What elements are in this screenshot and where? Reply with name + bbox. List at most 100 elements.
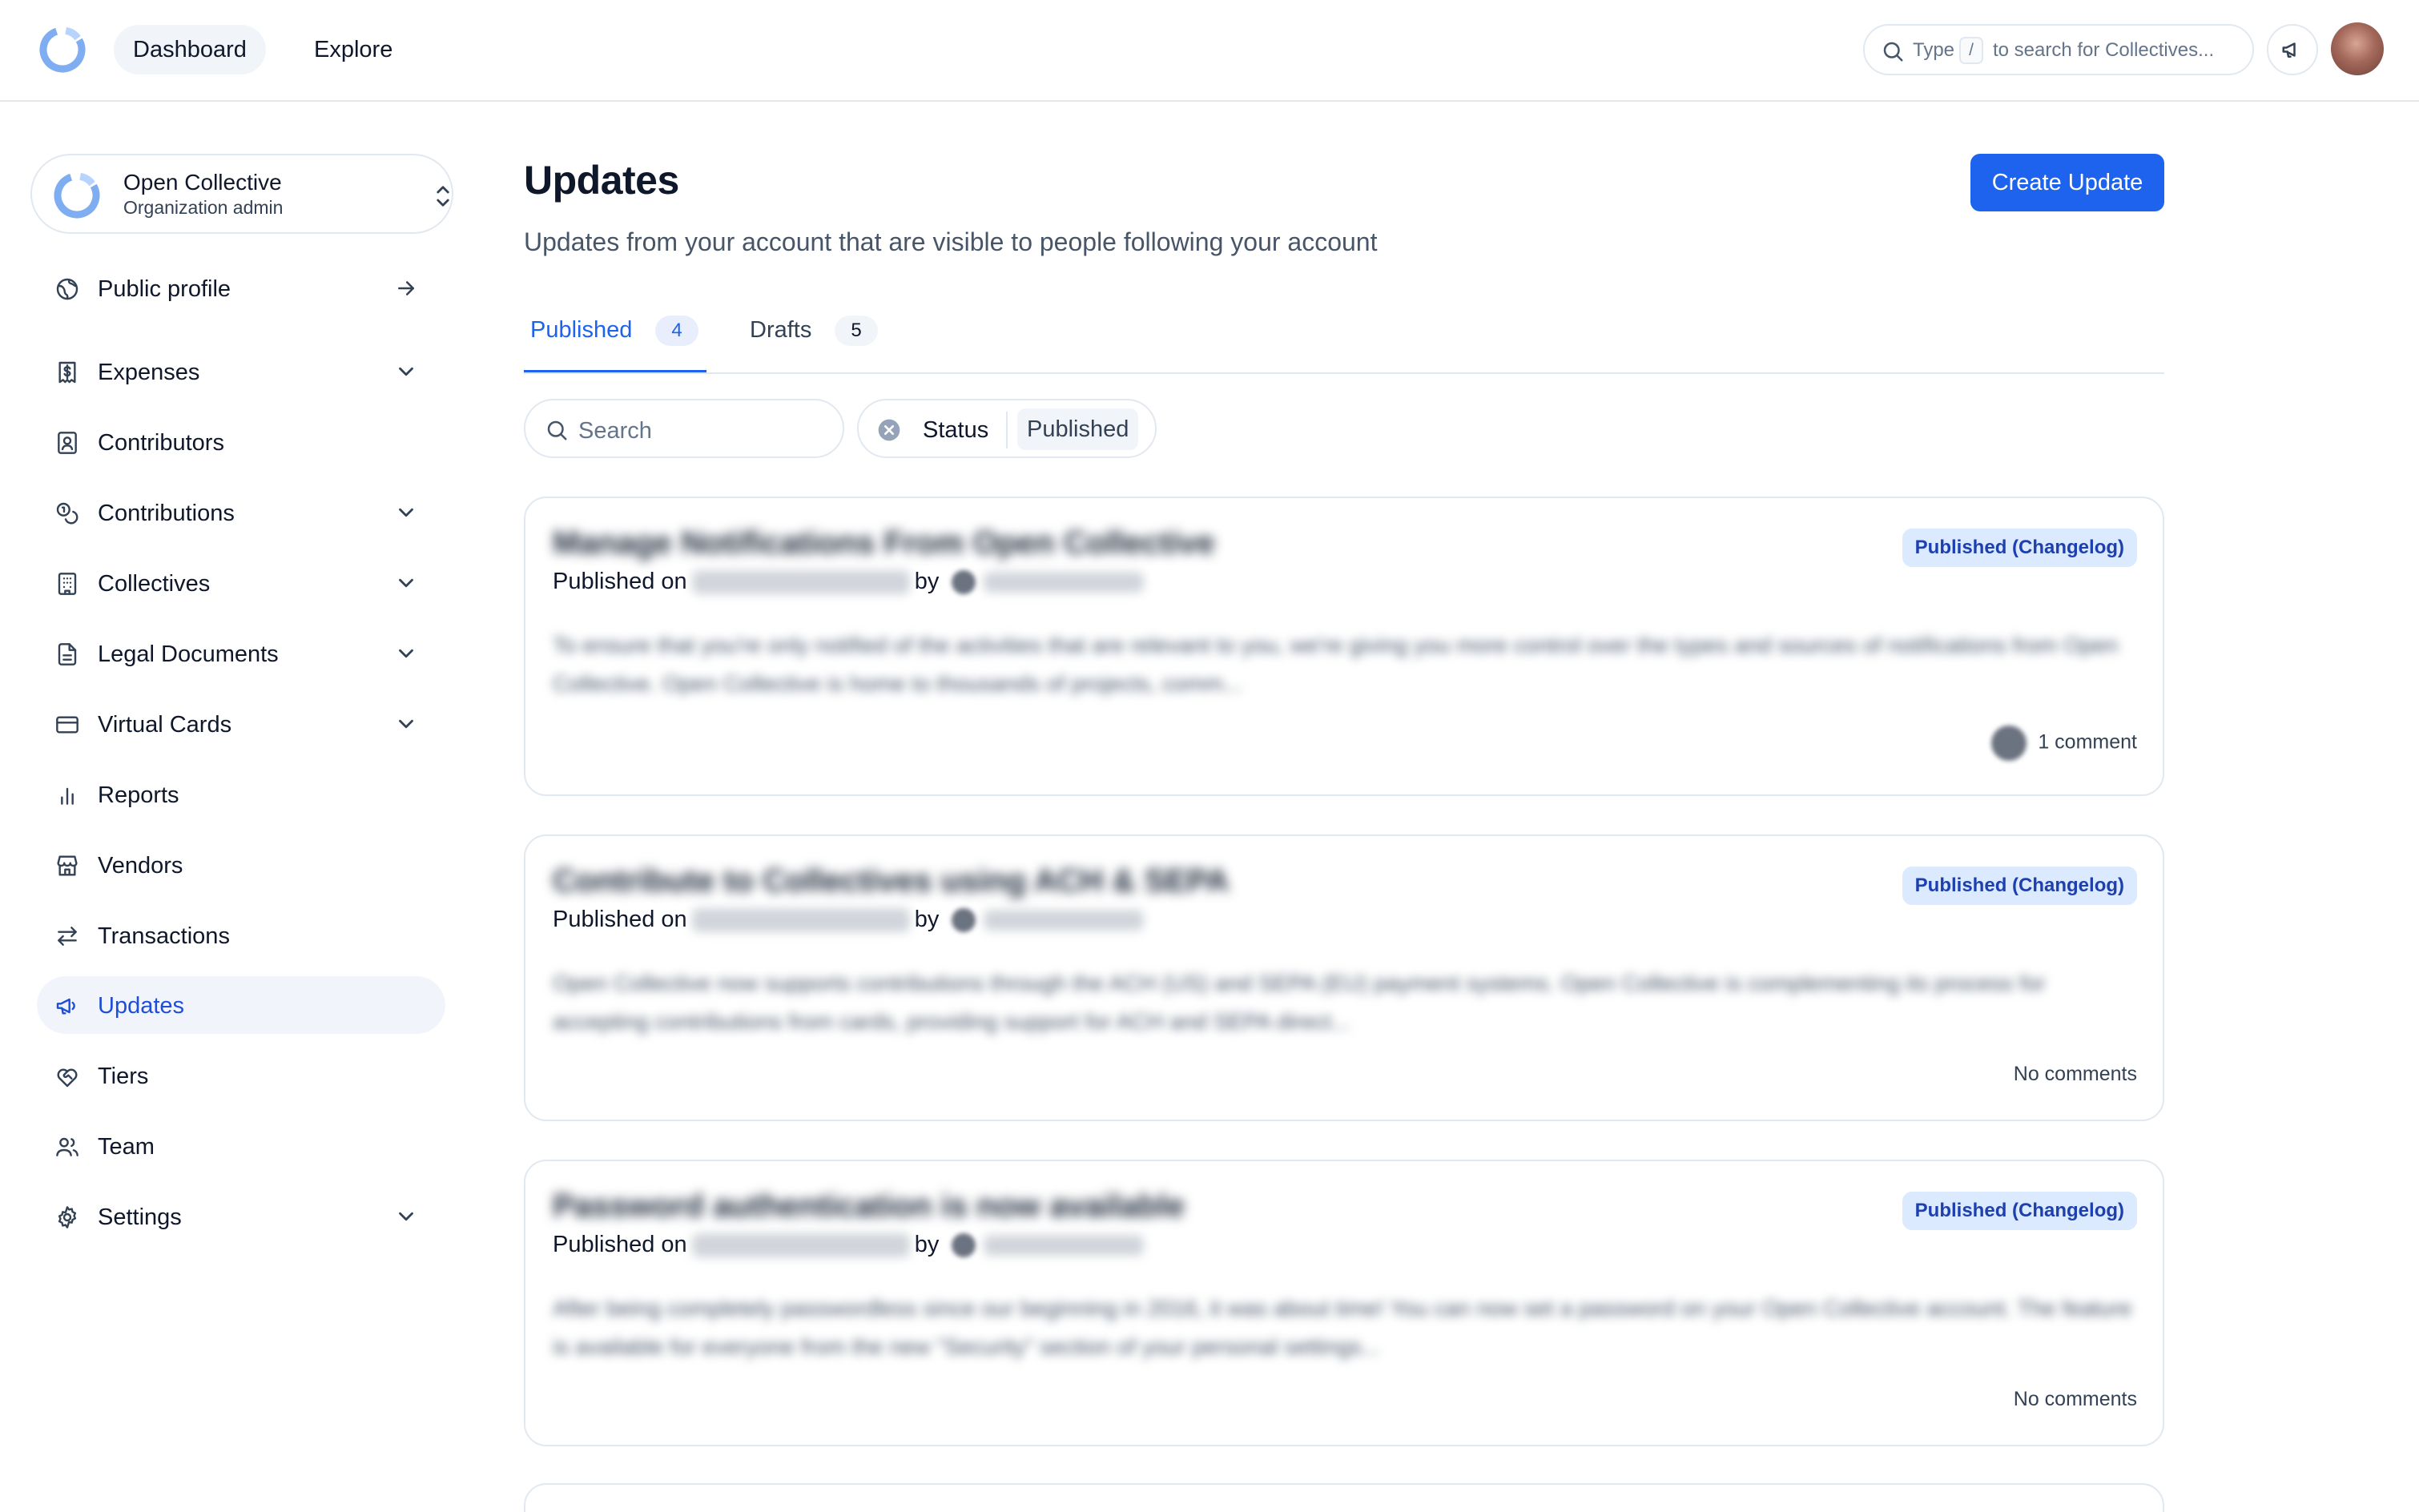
- sidebar-item-expenses[interactable]: Expenses: [37, 343, 445, 400]
- tab-label: Drafts: [750, 317, 812, 343]
- update-excerpt: Open Collective now supports contributio…: [553, 971, 2046, 1034]
- chevron-down-icon[interactable]: [394, 501, 418, 525]
- sidebar-item-label: Vendors: [98, 853, 183, 879]
- tabs-divider: [524, 372, 2164, 374]
- sidebar-item-label: Contributions: [98, 501, 235, 526]
- create-update-button[interactable]: Create Update: [1970, 154, 2164, 211]
- chevron-up-down-icon: [437, 186, 449, 207]
- receipt-dollar-icon: [58, 361, 76, 384]
- announcements-button[interactable]: [2267, 24, 2318, 75]
- chevron-down-icon[interactable]: [394, 360, 418, 384]
- author-name-redacted[interactable]: [984, 910, 1145, 931]
- filter-value: Published: [1017, 408, 1139, 450]
- published-info: Published on by: [553, 907, 1145, 933]
- update-card[interactable]: Password authentication is now available…: [524, 1160, 2164, 1446]
- sidebar-item-contributors[interactable]: Contributors: [37, 413, 445, 471]
- bar-chart-icon: [61, 787, 74, 805]
- tab-drafts[interactable]: Drafts 5: [743, 311, 896, 375]
- update-title[interactable]: Contribute to Collectives using ACH & SE…: [553, 863, 1230, 899]
- search-icon: [1883, 42, 1903, 62]
- comment-count[interactable]: 1 comment: [1991, 726, 2137, 761]
- update-card[interactable]: Manage Notifications From Open Collectiv…: [524, 497, 2164, 796]
- store-icon: [57, 855, 78, 876]
- published-date-redacted: [691, 570, 910, 595]
- account-switcher[interactable]: Open Collective Organization admin: [30, 154, 453, 234]
- sidebar-item-settings[interactable]: Settings: [37, 1188, 445, 1245]
- account-name: Open Collective: [123, 170, 282, 195]
- sidebar-item-label: Public profile: [98, 276, 231, 302]
- sidebar-item-contributions[interactable]: Contributions: [37, 484, 445, 541]
- update-title[interactable]: Password authentication is now available: [553, 1188, 1185, 1224]
- chevron-down-icon[interactable]: [394, 641, 418, 666]
- update-title[interactable]: Manage Notifications From Open Collectiv…: [553, 525, 1215, 561]
- top-bar: Dashboard Explore Type / to search for C…: [0, 0, 2419, 102]
- comment-count[interactable]: No comments: [2014, 1388, 2137, 1411]
- published-by: by: [914, 1232, 940, 1257]
- status-badge: Published (Changelog): [1902, 867, 2137, 905]
- credit-card-icon: [56, 716, 78, 734]
- author-avatar[interactable]: [952, 570, 976, 595]
- updates-search-input[interactable]: Search: [524, 399, 844, 458]
- sidebar-item-collectives[interactable]: Collectives: [37, 554, 445, 612]
- tab-published[interactable]: Published 4: [524, 311, 706, 375]
- author-avatar[interactable]: [952, 908, 976, 933]
- tab-label: Published: [530, 317, 633, 343]
- published-date-redacted: [691, 1233, 910, 1258]
- sidebar-item-updates[interactable]: Updates: [37, 976, 445, 1034]
- published-info: Published on by: [553, 1232, 1145, 1258]
- author-name-redacted[interactable]: [984, 1235, 1145, 1257]
- user-avatar[interactable]: [2331, 22, 2384, 75]
- sidebar-item-label: Expenses: [98, 360, 200, 385]
- sidebar-item-reports[interactable]: Reports: [37, 766, 445, 823]
- megaphone-icon: [56, 998, 75, 1015]
- update-card[interactable]: Contribute to Collectives using ACH & SE…: [524, 834, 2164, 1121]
- nav-explore[interactable]: Explore: [295, 25, 412, 74]
- sidebar-item-vendors[interactable]: Vendors: [37, 836, 445, 894]
- author-avatar[interactable]: [952, 1233, 976, 1258]
- search-shortcut-key: /: [1959, 37, 1983, 64]
- sidebar-item-tiers[interactable]: Tiers: [37, 1047, 445, 1104]
- chevron-down-icon[interactable]: [394, 571, 418, 595]
- comment-count-label: 1 comment: [2038, 730, 2137, 754]
- sidebar-item-label: Team: [98, 1134, 155, 1160]
- published-info: Published on by: [553, 569, 1145, 595]
- heart-handshake-icon: [57, 1068, 78, 1088]
- status-badge: Published (Changelog): [1902, 529, 2137, 567]
- published-by: by: [914, 907, 940, 932]
- gear-icon: [58, 1206, 77, 1228]
- account-role: Organization admin: [123, 197, 284, 218]
- sidebar-item-label: Contributors: [98, 430, 224, 456]
- sidebar-item-virtual-cards[interactable]: Virtual Cards: [37, 695, 445, 753]
- chevron-down-icon[interactable]: [394, 1204, 418, 1228]
- commenter-avatar: [1991, 726, 2027, 761]
- sidebar-item-legal-documents[interactable]: Legal Documents: [37, 625, 445, 682]
- comment-count[interactable]: No comments: [2014, 1063, 2137, 1086]
- nav-dashboard[interactable]: Dashboard: [114, 25, 266, 74]
- megaphone-icon: [2282, 42, 2296, 58]
- author-name-redacted[interactable]: [984, 572, 1145, 593]
- search-hint-prefix: Type: [1913, 39, 1955, 61]
- account-logo: [54, 172, 100, 219]
- building-icon: [58, 573, 77, 595]
- update-card[interactable]: [524, 1483, 2164, 1512]
- chevron-down-icon[interactable]: [394, 712, 418, 736]
- sidebar-item-label: Updates: [98, 993, 185, 1019]
- published-by: by: [914, 569, 940, 594]
- sidebar-item-label: Virtual Cards: [98, 712, 232, 738]
- search-hint-suffix: to search for Collectives...: [1993, 39, 2215, 61]
- published-date-redacted: [691, 908, 910, 933]
- arrows-left-right-icon: [58, 927, 77, 946]
- sidebar-item-public-profile[interactable]: Public profile: [37, 259, 445, 317]
- x-circle-icon[interactable]: [876, 417, 902, 443]
- sidebar-item-transactions[interactable]: Transactions: [37, 907, 445, 964]
- opencollective-logo[interactable]: [35, 22, 90, 77]
- users-icon: [56, 1137, 78, 1156]
- sidebar-item-label: Reports: [98, 782, 179, 808]
- global-search[interactable]: Type / to search for Collectives...: [1863, 24, 2254, 75]
- filter-label: Status: [923, 417, 989, 443]
- sidebar-item-team[interactable]: Team: [37, 1117, 445, 1175]
- tab-count-badge: 4: [655, 316, 698, 346]
- update-excerpt: After being completely passwordless sinc…: [553, 1296, 2132, 1359]
- status-filter-chip[interactable]: Status Published: [857, 399, 1157, 458]
- sidebar-item-label: Transactions: [98, 923, 230, 949]
